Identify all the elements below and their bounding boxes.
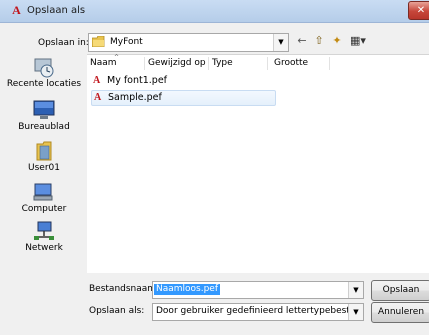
filename-value[interactable]: Naamloos.pef — [154, 284, 221, 295]
chevron-down-icon[interactable]: ▼ — [348, 282, 363, 298]
lookin-label: Opslaan in: — [38, 38, 89, 48]
places-bar: Recente locaties Bureaublad User01 Compu… — [3, 52, 85, 262]
column-header-size[interactable]: Grootte — [271, 57, 330, 70]
file-name: My font1.pef — [107, 75, 168, 86]
saveas-label: Opslaan als: — [89, 306, 145, 316]
place-computer[interactable]: Computer — [3, 181, 85, 215]
computer-icon — [33, 183, 53, 201]
up-folder-icon[interactable]: ⇧ — [312, 34, 326, 48]
recent-locations-icon — [34, 58, 54, 78]
save-button[interactable]: Opslaan — [371, 280, 429, 301]
lookin-value: MyFont — [110, 37, 143, 47]
place-desktop[interactable]: Bureaublad — [3, 99, 85, 133]
chevron-down-icon[interactable]: ▼ — [273, 34, 288, 51]
view-menu-icon[interactable]: ▦▾ — [347, 34, 369, 48]
new-folder-icon[interactable]: ✦ — [330, 34, 344, 48]
user-folder-icon — [36, 141, 52, 161]
place-network[interactable]: Netwerk — [3, 220, 85, 254]
file-row[interactable]: A My font1.pef — [91, 74, 274, 88]
filename-input[interactable]: Naamloos.pef ▼ — [152, 281, 364, 299]
pef-file-icon: A — [94, 92, 102, 103]
pef-file-icon: A — [93, 75, 101, 86]
place-label: Recente locaties — [6, 79, 82, 89]
column-header-type[interactable]: Type — [209, 57, 268, 70]
place-label: Bureaublad — [18, 122, 70, 132]
file-name: Sample.pef — [108, 92, 162, 103]
place-user[interactable]: User01 — [3, 140, 85, 174]
back-icon[interactable]: ← — [295, 34, 309, 48]
desktop-icon — [33, 100, 55, 119]
network-icon — [34, 221, 54, 240]
place-recent[interactable]: Recente locaties — [3, 56, 85, 90]
filename-label: Bestandsnaam: — [89, 284, 160, 294]
title-bar: A Opslaan als ✕ — [0, 0, 429, 23]
window-title: Opslaan als — [27, 5, 86, 16]
file-row[interactable]: A Sample.pef — [91, 90, 276, 106]
saveas-dropdown[interactable]: Door gebruiker gedefinieerd lettertypebe… — [152, 303, 364, 321]
sort-ascending-icon: ^ — [114, 54, 120, 61]
lookin-dropdown[interactable]: MyFont ▼ — [88, 33, 289, 52]
saveas-value: Door gebruiker gedefinieerd lettertypebe… — [156, 306, 348, 316]
folder-icon — [92, 36, 105, 47]
close-button[interactable]: ✕ — [408, 1, 429, 20]
place-label: User01 — [28, 163, 60, 173]
app-icon: A — [12, 3, 21, 17]
place-label: Computer — [21, 204, 67, 214]
place-label: Netwerk — [25, 243, 63, 253]
chevron-down-icon[interactable]: ▼ — [348, 304, 363, 320]
file-list[interactable]: Naam ^ Gewijzigd op Type Grootte A My fo… — [87, 54, 429, 273]
cancel-button[interactable]: Annuleren — [371, 302, 429, 323]
column-header-modified[interactable]: Gewijzigd op — [145, 57, 209, 70]
